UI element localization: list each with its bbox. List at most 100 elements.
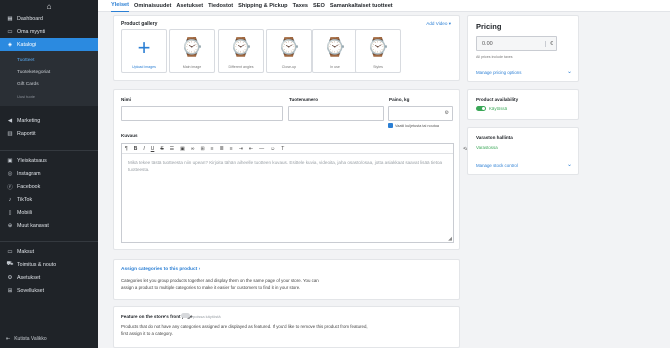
gallery-tile-inuse[interactable]: ⌚ In use	[312, 29, 358, 73]
gallery-tile-main[interactable]: ⌚ Main image	[169, 29, 215, 73]
gallery-title: Product gallery	[121, 21, 158, 27]
collapse-menu-button[interactable]: ⇤ Kutista Valikko	[6, 336, 47, 342]
gallery-tile-closeup[interactable]: ⌚ Close-up	[266, 29, 312, 73]
resize-handle-icon[interactable]: ◢	[448, 236, 452, 242]
sidebar-subitem-gift-cards[interactable]: Gift Cards	[0, 78, 98, 90]
watch-icon: ⌚	[180, 37, 204, 57]
sidebar-item-sovellukset[interactable]: ⊞ Sovellukset	[0, 284, 98, 297]
product-details-panel: Nimi Tuotenumero Paino, kg ⚙ Vaatii kulj…	[113, 89, 481, 250]
availability-title: Product availability	[476, 97, 519, 102]
sidebar-item-oma-myynti[interactable]: ▭ Oma myynti	[0, 25, 98, 38]
tab-asetukset[interactable]: Asetukset	[176, 0, 203, 12]
manage-stock-label: Manage stock control	[476, 163, 518, 168]
sidebar-item-muut-kanavat[interactable]: ⊕ Muut kanavat	[0, 219, 98, 232]
gallery-tile-styles[interactable]: ⌚ Styles	[355, 29, 401, 73]
subitem-label: Gift Cards	[17, 81, 39, 87]
emoji-icon[interactable]: ☺	[270, 146, 275, 152]
tab-yleiset[interactable]: Yleiset	[111, 0, 130, 12]
sku-input[interactable]	[288, 106, 384, 121]
strikethrough-icon[interactable]: S	[160, 146, 163, 152]
checkbox-checked-icon[interactable]	[388, 123, 393, 128]
paragraph-icon[interactable]: ¶	[125, 146, 128, 152]
featured-panel: Feature on the store's front page poissa…	[113, 306, 460, 348]
hr-icon[interactable]: ―	[259, 146, 264, 152]
sidebar-item-asetukset[interactable]: ⚙ Asetukset	[0, 271, 98, 284]
image-icon[interactable]: ▣	[180, 146, 185, 152]
weight-settings-icon[interactable]: ⚙	[445, 110, 449, 116]
sidebar-item-facebook[interactable]: ⓕ Facebook	[0, 180, 98, 193]
manage-pricing-link[interactable]: Manage pricing options	[476, 70, 521, 75]
chevron-right-icon: ›	[198, 267, 201, 272]
availability-status: Käytössä	[489, 106, 508, 111]
sidebar-item-label: Katalogi	[17, 41, 37, 48]
indent-icon[interactable]: ⇥	[239, 146, 243, 152]
sidebar-item-toimitus[interactable]: ⛟ Toimitus & nouto	[0, 258, 98, 271]
editor-toolbar: ¶ B I U S ☰ ▣ ∞ ⊞ ≡ ≣ ≡ ⇥ ⇤ ― ☺ T </> ⤢	[122, 144, 481, 154]
chevron-down-icon[interactable]: ⌄	[567, 68, 572, 75]
sidebar: ⌂ ▦ Dashboard ▭ Oma myynti ◈ Katalogi Tuott…	[0, 0, 98, 348]
sidebar-item-tiktok[interactable]: ♪ TikTok	[0, 193, 98, 206]
align-left-icon[interactable]: ≡	[211, 146, 214, 152]
align-center-icon[interactable]: ≣	[220, 146, 224, 152]
sidebar-item-label: Facebook	[17, 183, 41, 190]
sidebar-item-label: Marketing	[17, 117, 41, 124]
assign-categories-link[interactable]: Assign categories to this product ›	[121, 267, 200, 272]
availability-toggle[interactable]	[476, 106, 486, 111]
requires-shipping-row[interactable]: Vaatii kuljetusta tai noutoa	[388, 123, 439, 128]
sidebar-item-katalogi[interactable]: ◈ Katalogi	[0, 38, 98, 51]
outdent-icon[interactable]: ⇤	[249, 146, 253, 152]
tile-caption: Styles	[373, 65, 383, 69]
sidebar-item-label: Mobiili	[17, 209, 33, 216]
divider	[0, 150, 98, 151]
tab-taxes[interactable]: Taxes	[293, 0, 308, 12]
list-icon[interactable]: ☰	[170, 146, 174, 152]
availability-panel: Product availability Käytössä	[467, 89, 579, 120]
sidebar-item-maksut[interactable]: ▭ Maksut	[0, 245, 98, 258]
description-placeholder: Mikä tekee tästä tuotteesta niin upean? …	[128, 160, 443, 172]
add-video-link[interactable]: Add Video ▾	[426, 21, 451, 27]
sidebar-item-mobiili[interactable]: ▯ Mobiili	[0, 206, 98, 219]
collapse-label: Kutista Valikko	[14, 336, 47, 342]
bold-icon[interactable]: B	[134, 146, 138, 152]
underline-icon[interactable]: U	[151, 146, 155, 152]
chevron-down-icon: ▾	[448, 21, 451, 26]
italic-icon[interactable]: I	[143, 146, 144, 152]
tile-caption: In use	[330, 65, 340, 69]
tab-ominaisuudet[interactable]: Ominaisuudet	[134, 0, 171, 12]
sidebar-item-instagram[interactable]: ◎ Instagram	[0, 167, 98, 180]
sidebar-item-marketing[interactable]: ◀ Marketing	[0, 114, 98, 127]
divider	[0, 241, 98, 242]
weight-input[interactable]: ⚙	[388, 106, 453, 121]
table-icon[interactable]: ⊞	[200, 146, 204, 152]
chevron-down-icon[interactable]: ⌄	[567, 161, 572, 168]
name-label: Nimi	[121, 97, 131, 102]
sidebar-subitem-new-product[interactable]: Uusi tuote	[0, 90, 98, 102]
home-logo-icon[interactable]: ⌂	[0, 0, 98, 12]
tab-samankaltaiset[interactable]: Samankaltaiset tuotteet	[330, 0, 393, 12]
tab-bar: Yleiset Ominaisuudet Asetukset Tiedostot…	[98, 0, 670, 12]
align-right-icon[interactable]: ≡	[230, 146, 233, 152]
clear-format-icon[interactable]: T	[281, 146, 284, 152]
sidebar-item-label: Sovellukset	[17, 287, 45, 294]
featured-toggle[interactable]	[181, 313, 190, 318]
name-input[interactable]	[121, 106, 283, 121]
tab-seo[interactable]: SEO	[313, 0, 325, 12]
gallery-tile-angles[interactable]: ⌚ Different angles	[218, 29, 264, 73]
sidebar-item-yleiskatsaus[interactable]: ▣ Yleiskatsaus	[0, 154, 98, 167]
link-icon[interactable]: ∞	[191, 146, 195, 152]
mobile-icon: ▯	[8, 209, 12, 216]
sidebar-item-label: Asetukset	[17, 274, 41, 281]
sidebar-item-dashboard[interactable]: ▦ Dashboard	[0, 12, 98, 25]
upload-images-tile[interactable]: + Upload images	[121, 29, 167, 73]
description-editor[interactable]: ¶ B I U S ☰ ▣ ∞ ⊞ ≡ ≣ ≡ ⇥ ⇤ ― ☺ T </> ⤢ …	[121, 143, 481, 243]
price-input[interactable]: 0.00 €	[476, 36, 557, 51]
sidebar-item-raportit[interactable]: ▥ Raportit	[0, 127, 98, 140]
manage-stock-link[interactable]: Manage stock control	[476, 163, 518, 168]
manage-pricing-label: Manage pricing options	[476, 70, 522, 75]
tile-caption: Different angles	[228, 65, 254, 69]
sidebar-subitem-tuotteet[interactable]: Tuotteet	[0, 54, 98, 66]
tab-tiedostot[interactable]: Tiedostot	[208, 0, 233, 12]
stock-status: Varastossa	[476, 145, 498, 150]
sidebar-subitem-kategoriat[interactable]: Tuoteketegoriat	[0, 66, 98, 78]
tab-shipping-pickup[interactable]: Shipping & Pickup	[238, 0, 287, 12]
